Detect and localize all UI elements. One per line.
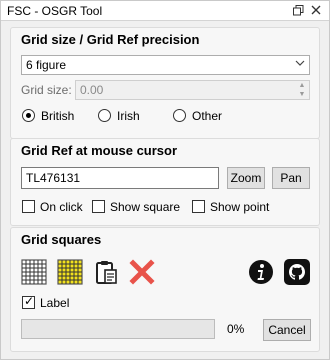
mouse-cursor-group: Grid Ref at mouse cursor TL476131 Zoom P… (10, 138, 320, 226)
radio-irish-label: Irish (117, 109, 140, 123)
show-square-checkbox[interactable] (92, 200, 105, 213)
osgr-tool-window: FSC - OSGR Tool Grid size / Grid Ref pre… (0, 0, 330, 360)
info-icon[interactable] (248, 259, 274, 285)
precision-dropdown[interactable]: 6 figure (21, 55, 310, 75)
window-title: FSC - OSGR Tool (7, 4, 103, 18)
spin-arrows-icon[interactable]: ▲ ▼ (297, 81, 307, 99)
show-square-label: Show square (110, 200, 181, 214)
pan-button[interactable]: Pan (272, 167, 310, 189)
grid-ref-field[interactable]: TL476131 (21, 167, 219, 189)
radio-british-label: British (41, 109, 75, 123)
grid-icon[interactable] (21, 259, 47, 285)
radio-other[interactable] (173, 109, 186, 122)
zoom-button[interactable]: Zoom (227, 167, 265, 189)
clipboard-icon[interactable] (93, 259, 119, 285)
chevron-down-icon (295, 59, 305, 70)
radio-british[interactable] (22, 109, 35, 122)
grid-size-group-title: Grid size / Grid Ref precision (21, 32, 200, 47)
show-point-label: Show point (210, 200, 270, 214)
filled-grid-icon[interactable] (57, 259, 83, 285)
radio-other-label: Other (192, 109, 223, 123)
mouse-cursor-group-title: Grid Ref at mouse cursor (21, 143, 178, 158)
grid-size-spinbox[interactable]: 0.00 ▲ ▼ (75, 80, 310, 100)
label-checkbox-label: Label (40, 296, 70, 310)
cancel-button[interactable]: Cancel (263, 319, 311, 341)
clear-x-icon[interactable] (129, 259, 155, 285)
on-click-checkbox[interactable] (22, 200, 35, 213)
github-icon[interactable] (284, 259, 310, 285)
on-click-label: On click (40, 200, 83, 214)
progress-bar (21, 319, 215, 339)
grid-size-label: Grid size: (21, 83, 72, 97)
label-checkbox[interactable] (22, 294, 35, 309)
grid-squares-group: Grid squares ✓ Label 0% Cancel (10, 227, 320, 352)
grid-squares-group-title: Grid squares (21, 232, 102, 247)
radio-irish[interactable] (98, 109, 111, 122)
progress-percent: 0% (227, 322, 245, 336)
precision-value: 6 figure (26, 58, 67, 72)
grid-size-group: Grid size / Grid Ref precision 6 figure … (10, 27, 320, 139)
grid-size-value: 0.00 (80, 83, 104, 97)
grid-ref-value: TL476131 (26, 171, 81, 185)
show-point-checkbox[interactable] (192, 200, 205, 213)
float-icon[interactable] (291, 3, 305, 17)
close-icon[interactable] (309, 3, 323, 17)
title-bar: FSC - OSGR Tool (1, 1, 329, 21)
